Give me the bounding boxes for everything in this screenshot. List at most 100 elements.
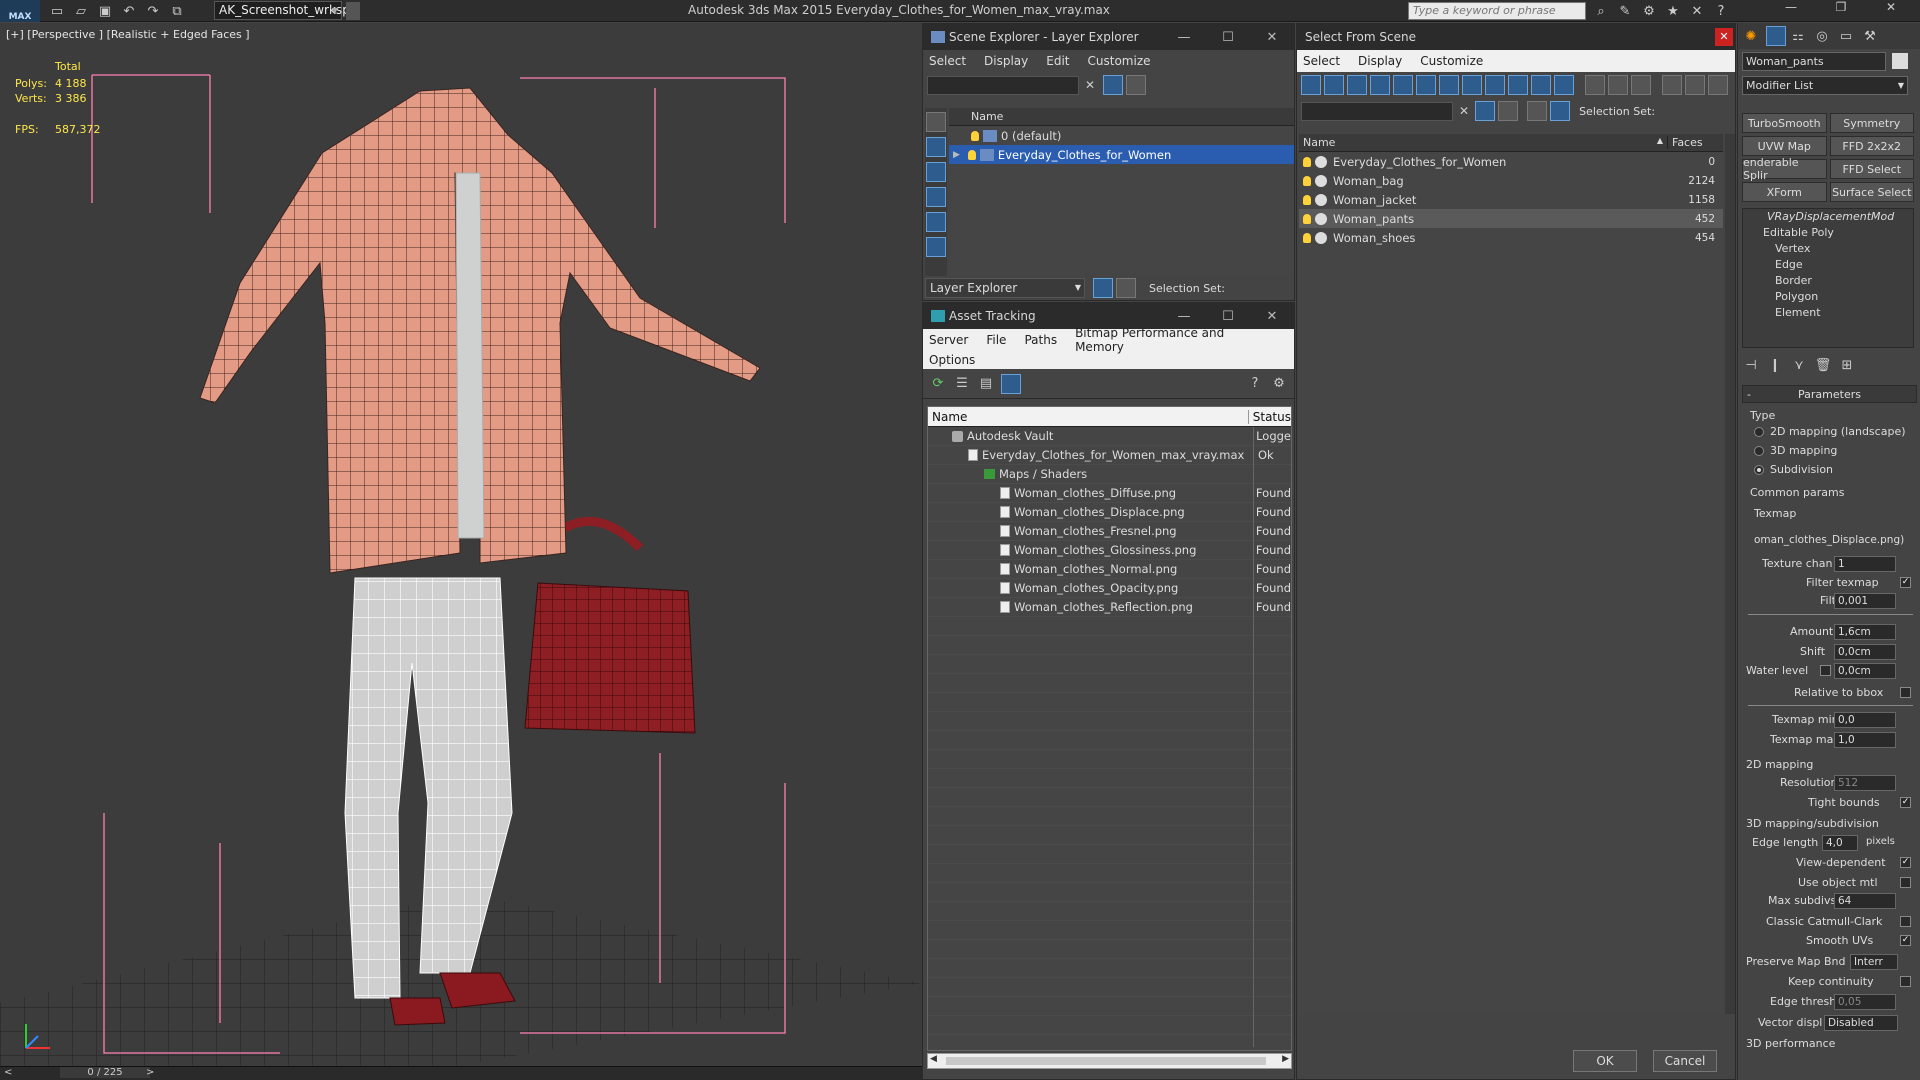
close-icon[interactable]: ✕ xyxy=(1866,0,1916,14)
filter-geometry-icon[interactable] xyxy=(1301,75,1321,95)
menu-display[interactable]: Display xyxy=(984,54,1028,68)
uvw-map-button[interactable]: UVW Map xyxy=(1742,136,1827,156)
filter-spacewarps-icon[interactable] xyxy=(1416,75,1436,95)
new-file-icon[interactable]: ▭ xyxy=(48,2,66,20)
scrollbar-thumb[interactable] xyxy=(946,1057,1266,1065)
help-icon[interactable]: ? xyxy=(1246,375,1264,393)
lightbulb-icon[interactable] xyxy=(971,130,979,141)
time-prev-icon[interactable]: < xyxy=(4,1067,12,1078)
filter-shapes-icon[interactable] xyxy=(1324,75,1344,95)
display-none-icon[interactable] xyxy=(926,112,946,132)
scene-explorer-search-input[interactable] xyxy=(927,75,1079,95)
filter-icon[interactable] xyxy=(1475,101,1496,121)
workspace-dropdown[interactable]: AK_Screenshot_wrksp ▼ xyxy=(214,1,350,20)
filter-hidden-icon[interactable] xyxy=(1554,75,1574,95)
asset-row[interactable]: Autodesk Vault Logge xyxy=(928,427,1291,446)
hierarchy-icon[interactable] xyxy=(1116,278,1136,298)
layer-tree-header[interactable]: Name xyxy=(949,108,1294,126)
filter-helpers-icon[interactable] xyxy=(1393,75,1413,95)
smooth-uvs-checkbox[interactable]: ✓ xyxy=(1900,935,1911,946)
lightbulb-icon[interactable] xyxy=(1303,232,1311,243)
project-folder-icon[interactable]: ⧉ xyxy=(168,2,186,20)
display-helpers-icon[interactable] xyxy=(926,237,946,257)
collapse-icon[interactable] xyxy=(1708,75,1728,95)
menu-server[interactable]: Server xyxy=(929,333,968,347)
stack-polygon[interactable]: Polygon xyxy=(1743,289,1913,305)
resolution-spinner[interactable]: 512 xyxy=(1834,775,1896,791)
utilities-tab-icon[interactable]: ⚒ xyxy=(1861,27,1879,45)
filter-groups-icon[interactable] xyxy=(1439,75,1459,95)
select-invert-icon[interactable] xyxy=(1631,75,1651,95)
menu-display[interactable]: Display xyxy=(1358,54,1402,68)
clear-search-icon[interactable]: ✕ xyxy=(1459,104,1469,118)
stack-vertex[interactable]: Vertex xyxy=(1743,241,1913,257)
menu-select[interactable]: Select xyxy=(1303,54,1340,68)
explorer-type-dropdown[interactable]: Layer Explorer ▼ xyxy=(925,278,1085,298)
binoculars-icon[interactable]: ⌕ xyxy=(1592,2,1610,20)
filter-texmap-checkbox[interactable]: ✓ xyxy=(1900,577,1911,588)
object-name-input[interactable]: Woman_pants xyxy=(1742,51,1886,71)
subscription-icon[interactable]: ⚙ xyxy=(1640,2,1658,20)
time-next-icon[interactable]: > xyxy=(146,1067,154,1078)
filter-cameras-icon[interactable] xyxy=(1370,75,1390,95)
open-file-icon[interactable]: ▱ xyxy=(72,2,90,20)
layer-explorer-icon[interactable] xyxy=(1093,278,1113,298)
create-tab-icon[interactable]: ✺ xyxy=(1742,27,1760,45)
hierarchy-tab-icon[interactable]: ⚏ xyxy=(1789,27,1807,45)
stack-element[interactable]: Element xyxy=(1743,305,1913,321)
hierarchy-view-icon[interactable] xyxy=(1550,101,1571,121)
menu-paths[interactable]: Paths xyxy=(1024,333,1057,347)
keep-continuity-checkbox[interactable] xyxy=(1900,976,1911,987)
radio-subdivision[interactable] xyxy=(1754,465,1764,475)
scroll-left-icon[interactable]: ◀ xyxy=(930,1054,937,1064)
asset-row[interactable]: Woman_clothes_Diffuse.png Found xyxy=(928,484,1291,503)
show-end-result-icon[interactable]: ❙ xyxy=(1766,356,1784,374)
menu-edit[interactable]: Edit xyxy=(1046,54,1069,68)
select-search-input[interactable] xyxy=(1301,101,1453,121)
relative-bbox-checkbox[interactable] xyxy=(1900,687,1911,698)
layer-row[interactable]: ▶ Everyday_Clothes_for_Women xyxy=(949,145,1294,164)
object-row[interactable]: Woman_bag 2124 xyxy=(1299,171,1723,190)
menu-customize[interactable]: Customize xyxy=(1420,54,1483,68)
menu-select[interactable]: Select xyxy=(929,54,966,68)
vector-displ-dropdown[interactable]: Disabled xyxy=(1824,1015,1898,1031)
display-layers-icon[interactable] xyxy=(1527,101,1548,121)
modify-tab-icon[interactable] xyxy=(1766,26,1786,46)
close-icon[interactable]: ✕ xyxy=(1715,28,1733,46)
lightbulb-icon[interactable] xyxy=(1303,213,1311,224)
water-level-checkbox[interactable] xyxy=(1820,665,1831,676)
object-row[interactable]: Woman_shoes 454 xyxy=(1299,228,1723,247)
maximize-icon[interactable]: ☐ xyxy=(1206,24,1250,50)
object-color-swatch[interactable] xyxy=(1892,53,1908,69)
app-logo-icon[interactable]: MAX xyxy=(0,0,40,22)
close-icon[interactable]: ✕ xyxy=(1250,303,1294,329)
use-object-mtl-checkbox[interactable] xyxy=(1900,877,1911,888)
minimize-icon[interactable]: — xyxy=(1766,0,1816,14)
display-lights-icon[interactable] xyxy=(926,187,946,207)
xform-button[interactable]: XForm xyxy=(1742,182,1827,202)
asset-row[interactable]: Woman_clothes_Reflection.png Found xyxy=(928,598,1291,617)
scroll-right-icon[interactable]: ▶ xyxy=(1282,1054,1289,1064)
ffd-select-button[interactable]: FFD Select xyxy=(1829,159,1914,179)
ffd-button[interactable]: FFD 2x2x2 xyxy=(1829,136,1914,156)
redo-icon[interactable]: ↷ xyxy=(144,2,162,20)
cancel-button[interactable]: Cancel xyxy=(1653,1050,1717,1072)
parameters-rollout-header[interactable]: - Parameters xyxy=(1742,385,1917,403)
menu-bitmap-performance[interactable]: Bitmap Performance and Memory xyxy=(1075,326,1276,354)
lightbulb-icon[interactable] xyxy=(967,149,976,160)
scene-explorer-titlebar[interactable]: Scene Explorer - Layer Explorer — ☐ ✕ xyxy=(923,24,1294,50)
tight-bounds-checkbox[interactable]: ✓ xyxy=(1900,797,1911,808)
edge-length-spinner[interactable]: 4,0 xyxy=(1822,835,1858,851)
lightbulb-icon[interactable] xyxy=(1303,194,1311,205)
filter-bones-icon[interactable] xyxy=(1485,75,1505,95)
object-row[interactable]: Woman_pants 452 xyxy=(1299,209,1723,228)
refresh-icon[interactable]: ⟳ xyxy=(929,375,947,393)
shift-spinner[interactable]: 0,0cm xyxy=(1834,644,1896,660)
filter-xrefs-icon[interactable] xyxy=(1462,75,1482,95)
object-row[interactable]: Everyday_Clothes_for_Women 0 xyxy=(1299,152,1723,171)
stack-border[interactable]: Border xyxy=(1743,273,1913,289)
view-dependent-checkbox[interactable]: ✓ xyxy=(1900,857,1911,868)
stack-vray-displacement[interactable]: VRayDisplacementMod xyxy=(1743,209,1913,225)
edge-thresh-spinner[interactable]: 0,05 xyxy=(1834,994,1896,1010)
menu-file[interactable]: File xyxy=(986,333,1006,347)
